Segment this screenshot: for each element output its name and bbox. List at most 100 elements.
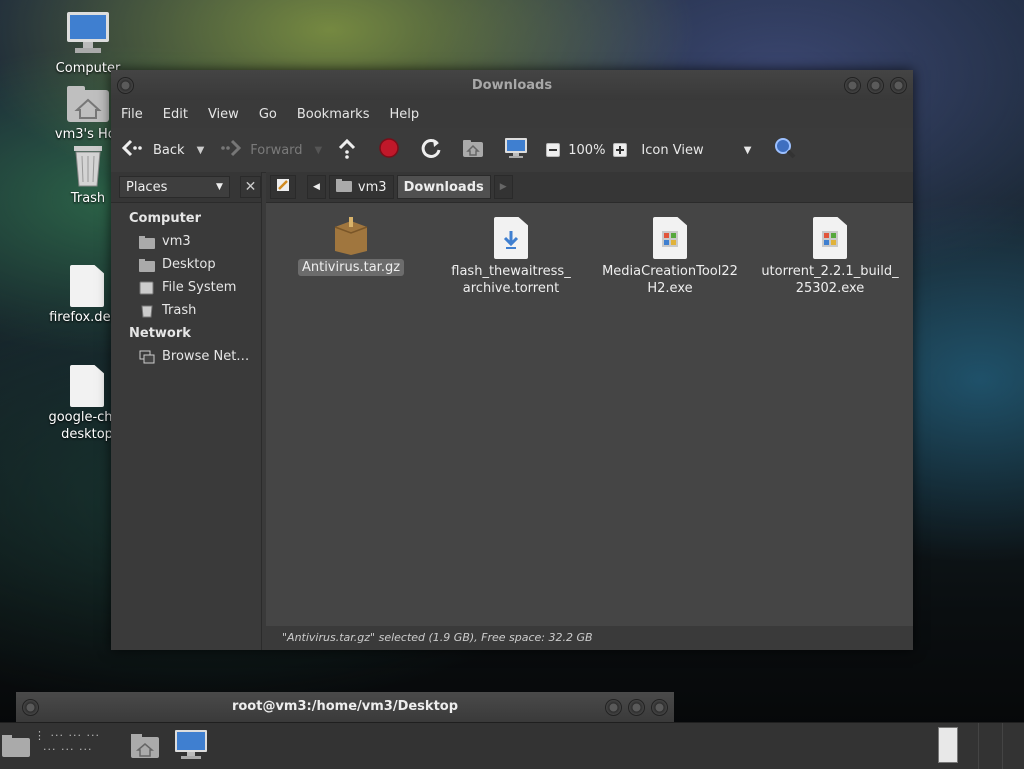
file-item[interactable]: Antivirus.tar.gz xyxy=(276,217,426,276)
desktop-folder-icon xyxy=(139,258,155,272)
terminal-window-titlebar[interactable]: root@vm3:/home/vm3/Desktop xyxy=(16,692,674,722)
zoom-out-button[interactable] xyxy=(546,143,561,157)
main-pane: ◀ vm3 Downloads ▶ Antivirus.tar.gz flash… xyxy=(266,172,913,650)
menu-bookmarks[interactable]: Bookmarks xyxy=(297,107,370,122)
forward-arrow-icon xyxy=(218,138,242,162)
executable-file-icon xyxy=(813,217,847,259)
computer-button[interactable] xyxy=(504,137,528,163)
places-select-label: Places xyxy=(126,179,168,195)
menu-view[interactable]: View xyxy=(208,107,239,122)
sidebar-item-file-system[interactable]: File System xyxy=(111,276,261,299)
close-button[interactable] xyxy=(651,699,668,716)
forward-history-dropdown-icon[interactable]: ▼ xyxy=(315,145,323,156)
sidebar-header: Places ▼ ✕ xyxy=(111,172,261,203)
taskbar-home-button[interactable] xyxy=(130,733,160,759)
path-scroll-left-button[interactable]: ◀ xyxy=(307,175,326,199)
file-name-line2: archive.torrent xyxy=(462,281,560,296)
home-folder-icon xyxy=(130,734,160,763)
zoom-in-button[interactable] xyxy=(613,143,628,157)
sidebar-section-computer: Computer xyxy=(129,211,202,226)
toggle-location-entry-button[interactable] xyxy=(270,175,296,199)
search-button[interactable] xyxy=(773,136,797,164)
minimize-button[interactable] xyxy=(844,77,861,94)
reload-icon xyxy=(420,137,442,163)
chevron-down-icon: ▼ xyxy=(743,144,752,156)
path-crumb-label: vm3 xyxy=(357,179,387,195)
menu-go[interactable]: Go xyxy=(259,107,277,122)
sidebar-item-browse-network[interactable]: Browse Net… xyxy=(111,345,261,368)
sidebar-section-network: Network xyxy=(129,326,191,341)
menu-help[interactable]: Help xyxy=(389,107,419,122)
up-button[interactable] xyxy=(336,137,358,163)
menu-file[interactable]: File xyxy=(121,107,143,122)
zoom-level: 100% xyxy=(568,142,606,158)
forward-label: Forward xyxy=(250,142,303,158)
back-label: Back xyxy=(153,142,185,158)
home-folder-icon xyxy=(335,178,352,196)
terminal-window-title: root@vm3:/home/vm3/Desktop xyxy=(231,699,459,714)
file-item[interactable]: MediaCreationTool22 H2.exe xyxy=(595,217,745,297)
window-title: Downloads xyxy=(471,78,553,93)
back-history-dropdown-icon[interactable]: ▼ xyxy=(197,145,205,156)
sidebar-item-label: File System xyxy=(162,280,237,295)
path-crumb-downloads[interactable]: Downloads xyxy=(396,175,491,199)
path-crumb-vm3[interactable]: vm3 xyxy=(328,175,394,199)
sidebar-item-label: vm3 xyxy=(162,234,191,249)
taskbar-desktop-button[interactable] xyxy=(2,735,30,757)
network-icon xyxy=(139,350,155,364)
computer-icon xyxy=(65,10,111,58)
menu-edit[interactable]: Edit xyxy=(163,107,188,122)
file-name: Antivirus.tar.gz xyxy=(297,259,405,276)
file-icon xyxy=(70,365,104,407)
executable-file-icon xyxy=(653,217,687,259)
edit-location-icon xyxy=(276,178,290,196)
stop-button[interactable] xyxy=(378,137,400,163)
maximize-button[interactable] xyxy=(867,77,884,94)
view-mode-select[interactable]: Icon View ▼ xyxy=(641,143,751,158)
taskbar-separator xyxy=(1002,723,1003,769)
back-button[interactable]: Back xyxy=(121,138,185,162)
taskbar-computer-button[interactable] xyxy=(174,729,208,761)
sidebar-item-desktop[interactable]: Desktop xyxy=(111,253,261,276)
taskbar-window-indicator[interactable] xyxy=(938,727,958,763)
file-view[interactable]: Antivirus.tar.gz flash_thewaitress_ arch… xyxy=(266,203,913,626)
sidebar-item-trash[interactable]: Trash xyxy=(111,299,261,322)
toolbar: Back ▼ Forward ▼ 100% Icon View ▼ xyxy=(111,128,913,173)
file-item[interactable]: flash_thewaitress_ archive.torrent xyxy=(436,217,586,297)
chevron-right-icon: ▶ xyxy=(499,182,507,192)
file-name-line2: 25302.exe xyxy=(795,281,865,296)
path-scroll-right-button[interactable]: ▶ xyxy=(493,175,513,199)
chevron-left-icon: ◀ xyxy=(313,182,320,192)
places-select[interactable]: Places ▼ xyxy=(119,176,230,198)
sidebar-item-label: Trash xyxy=(162,303,197,318)
computer-icon xyxy=(174,730,208,765)
taskbar: ⋮ ··· ··· ··· ··· ··· ··· xyxy=(0,722,1024,769)
maximize-button[interactable] xyxy=(628,699,645,716)
workspace-switcher[interactable]: ⋮ ··· ··· ··· ··· ··· ··· xyxy=(34,729,124,763)
desktop-icon-computer[interactable]: Computer xyxy=(38,10,138,77)
window-body: Places ▼ ✕ Computer vm3 Desktop File Sys… xyxy=(111,172,913,650)
trash-icon xyxy=(68,142,108,188)
close-sidebar-button[interactable]: ✕ xyxy=(239,176,261,198)
home-folder-icon xyxy=(139,235,155,249)
minimize-button[interactable] xyxy=(605,699,622,716)
up-arrow-icon xyxy=(336,137,358,163)
reload-button[interactable] xyxy=(420,137,442,163)
file-manager-window: Downloads File Edit View Go Bookmarks He… xyxy=(111,70,913,650)
zoom-in-icon xyxy=(613,143,628,157)
close-button[interactable] xyxy=(890,77,907,94)
forward-button[interactable]: Forward xyxy=(218,138,303,162)
home-button[interactable] xyxy=(462,138,484,162)
status-bar: "Antivirus.tar.gz" selected (1.9 GB), Fr… xyxy=(266,626,913,650)
trash-icon xyxy=(139,304,155,318)
sidebar: Places ▼ ✕ Computer vm3 Desktop File Sys… xyxy=(111,172,262,650)
view-mode-label: Icon View xyxy=(641,142,704,158)
search-icon xyxy=(773,136,797,164)
zoom-out-icon xyxy=(546,143,561,157)
archive-icon xyxy=(333,217,369,255)
back-arrow-icon xyxy=(121,138,145,162)
sidebar-item-vm3[interactable]: vm3 xyxy=(111,230,261,253)
title-bar[interactable]: Downloads xyxy=(111,70,913,100)
file-name-line2: H2.exe xyxy=(647,281,693,296)
file-item[interactable]: utorrent_2.2.1_build_ 25302.exe xyxy=(755,217,905,297)
